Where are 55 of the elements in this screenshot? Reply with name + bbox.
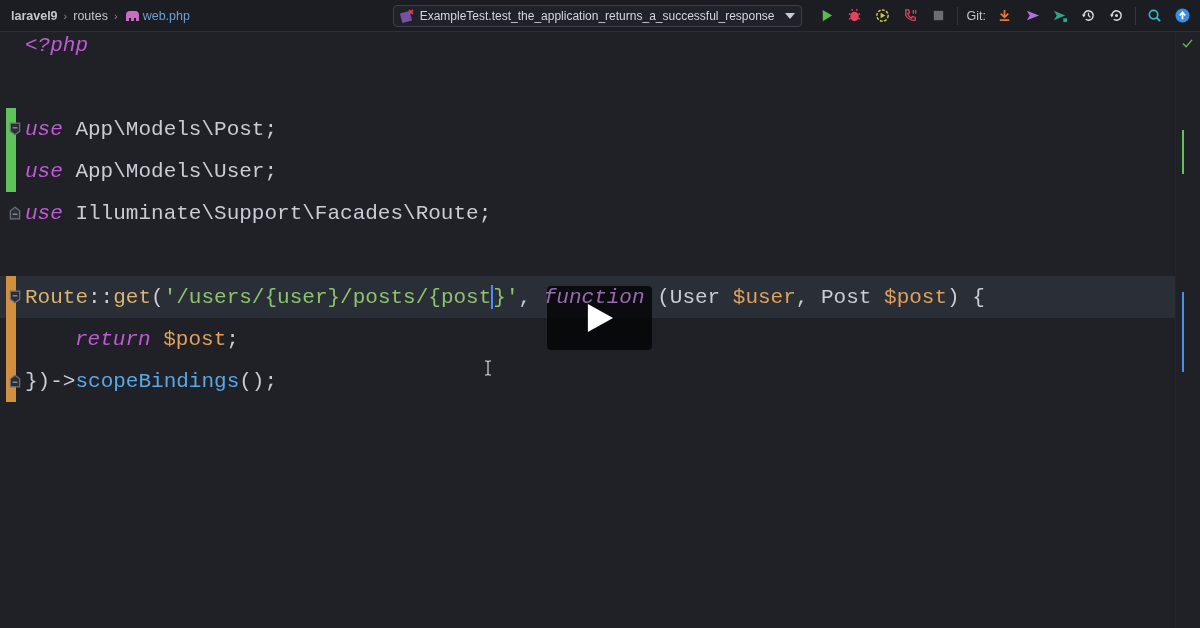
upload-icon[interactable] [1175, 8, 1190, 23]
breadcrumb-separator: › [114, 9, 118, 22]
code-token: ; [226, 328, 239, 350]
rollback-icon[interactable] [1109, 8, 1124, 23]
code-token: ( [151, 286, 164, 308]
code-token: App\Models\User; [74, 160, 278, 182]
code-token: '/users/{user}/posts/{post [163, 286, 492, 308]
run-configuration-dropdown[interactable]: ExampleTest.test_the_application_returns_a_successful_response [392, 4, 802, 27]
fold-icon[interactable] [9, 290, 21, 304]
elephant-icon [123, 9, 140, 22]
caret-icon [784, 12, 795, 19]
breadcrumb-item[interactable]: routes [73, 8, 108, 23]
phone-icon[interactable] [902, 8, 918, 23]
code-token: $user [732, 286, 796, 308]
bug-icon[interactable] [846, 8, 862, 23]
fold-icon[interactable] [9, 374, 21, 388]
test-icon [399, 8, 414, 23]
code-token: (); [239, 370, 278, 392]
code-token: get [113, 286, 152, 308]
check-icon [1182, 39, 1193, 48]
change-marker [1182, 130, 1184, 174]
history-icon[interactable] [1081, 8, 1096, 23]
search-icon[interactable] [1147, 8, 1162, 23]
code-token: , Post [795, 286, 873, 308]
code-token: }' [493, 286, 519, 308]
breadcrumb-item[interactable]: laravel9 [11, 8, 58, 23]
code-token: $post [162, 328, 227, 350]
code-token: :: [88, 286, 114, 308]
download-arrow-icon[interactable] [997, 8, 1012, 23]
code-token: $post [884, 286, 948, 308]
code-keyword: use [25, 118, 63, 140]
text-cursor-icon [484, 360, 492, 376]
code-token: App\Models\Post; [74, 118, 278, 140]
code-token: ) { [947, 286, 985, 308]
coverage-icon[interactable] [874, 8, 890, 23]
breadcrumb-item[interactable]: web.php [142, 8, 190, 23]
code-token: Route [25, 286, 88, 308]
code-keyword: use [25, 202, 63, 224]
code-token: })-> [25, 370, 76, 392]
fold-icon[interactable] [9, 122, 21, 136]
code-keyword: use [25, 160, 63, 182]
code-token: , [518, 286, 533, 308]
play-button[interactable] [547, 286, 652, 350]
push-arrow-icon[interactable] [1053, 8, 1068, 23]
code-keyword: function [543, 286, 645, 308]
code-keyword: return [75, 328, 151, 350]
code-token: (User [656, 286, 722, 308]
code-token: Illuminate\Support\Facades\Route; [74, 202, 492, 224]
git-label: Git: [966, 8, 986, 23]
play-icon [585, 303, 614, 333]
code-keyword: <?php [25, 34, 88, 56]
fold-icon[interactable] [9, 206, 21, 220]
breadcrumb-separator: › [63, 9, 68, 22]
code-token: scopeBindings [75, 370, 240, 392]
send-arrow-icon[interactable] [1025, 8, 1040, 23]
